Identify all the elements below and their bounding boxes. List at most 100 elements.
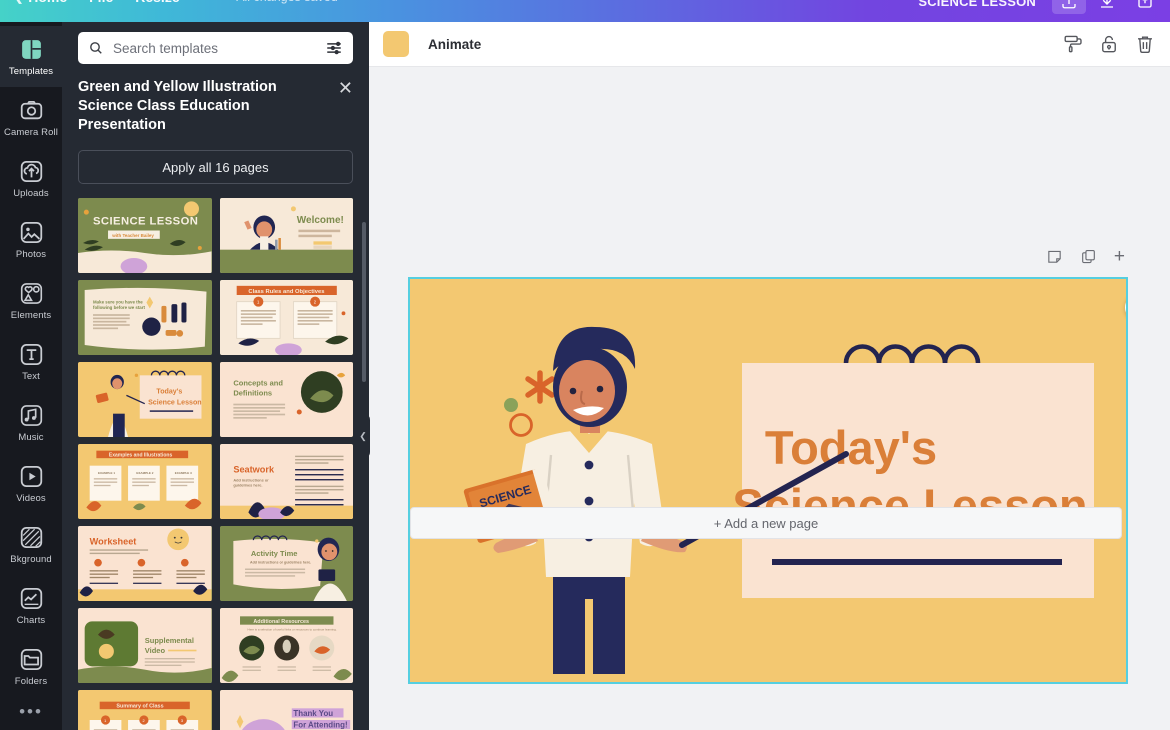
svg-text:following before we start: following before we start xyxy=(93,305,145,310)
svg-text:Today's: Today's xyxy=(765,421,937,474)
undo-button[interactable]: ↷ xyxy=(202,0,215,6)
svg-text:Activity Time: Activity Time xyxy=(250,549,297,558)
svg-text:Supplemental: Supplemental xyxy=(145,636,194,645)
top-bar-right-group: SCIENCE LESSON xyxy=(918,0,1162,14)
chart-icon xyxy=(18,586,44,612)
svg-text:Summary of Class: Summary of Class xyxy=(116,704,163,710)
left-tool-rail: Templates Camera Roll Uploads Photos Ele xyxy=(0,22,62,730)
sidebar-item-folders[interactable]: Folders xyxy=(0,636,62,697)
add-page-icon[interactable]: + xyxy=(1114,247,1125,266)
file-menu-button[interactable]: File xyxy=(89,0,113,5)
resize-button[interactable]: Resize xyxy=(135,0,179,5)
chevron-left-icon: ❮ xyxy=(14,0,23,4)
lock-icon xyxy=(1102,35,1116,53)
svg-text:Concepts and: Concepts and xyxy=(233,378,283,387)
save-status: All changes saved xyxy=(236,0,337,4)
animate-button[interactable]: Animate xyxy=(428,37,481,52)
template-thumb-class-rules[interactable]: Class Rules and Objectives 1 2 xyxy=(219,280,353,356)
svg-text:EXAMPLE 1: EXAMPLE 1 xyxy=(98,471,115,475)
collapse-panel-handle[interactable]: ❮ xyxy=(356,413,370,459)
apply-all-pages-label: Apply all 16 pages xyxy=(162,159,269,175)
apply-all-pages-button[interactable]: Apply all 16 pages xyxy=(78,150,353,184)
page-controls: + xyxy=(1046,247,1125,266)
filter-sliders-icon[interactable] xyxy=(325,39,343,57)
svg-text:guidelines here.: guidelines here. xyxy=(233,484,262,488)
svg-text:Seatwork: Seatwork xyxy=(233,464,275,474)
template-thumb-welcome[interactable]: Welcome! xyxy=(219,198,353,274)
template-thumb-supplemental-video[interactable]: Supplemental Video xyxy=(78,608,212,684)
template-thumb-science-lesson-cover[interactable]: SCIENCE LESSON with Teacher Bailey xyxy=(78,198,212,274)
svg-text:Make sure you have the: Make sure you have the xyxy=(93,299,143,304)
sidebar-item-text[interactable]: Text xyxy=(0,331,62,392)
resize-label: Resize xyxy=(135,0,179,5)
template-thumb-worksheet[interactable]: Worksheet xyxy=(78,526,212,602)
paint-roller-icon xyxy=(1064,35,1082,53)
sidebar-label-text: Text xyxy=(22,370,40,382)
sidebar-item-templates[interactable]: Templates xyxy=(0,26,62,87)
lock-button[interactable] xyxy=(1098,33,1120,55)
share-icon xyxy=(1062,0,1076,9)
sidebar-label-elements: Elements xyxy=(10,309,52,321)
publish-icon xyxy=(1138,0,1152,8)
delete-button[interactable] xyxy=(1134,33,1156,55)
sidebar-label-folders: Folders xyxy=(14,675,48,687)
sidebar-item-uploads[interactable]: Uploads xyxy=(0,148,62,209)
template-thumb-activity-time[interactable]: Activity Time Add instructions or guidel… xyxy=(219,526,353,602)
share-button[interactable] xyxy=(1052,0,1086,14)
video-play-icon xyxy=(18,464,44,490)
document-title[interactable]: SCIENCE LESSON xyxy=(918,0,1036,9)
paint-roller-button[interactable] xyxy=(1062,33,1084,55)
camera-icon xyxy=(18,98,44,124)
svg-text:1: 1 xyxy=(104,719,106,723)
text-icon xyxy=(18,342,44,368)
template-thumb-thank-you[interactable]: Thank You For Attending! xyxy=(219,690,353,730)
template-thumb-additional-resources[interactable]: Additional Resources Here is a selection… xyxy=(219,608,353,684)
sidebar-item-music[interactable]: Music xyxy=(0,392,62,453)
slide-canvas[interactable]: Today's Science Lesson SCIENCE xyxy=(408,277,1128,684)
publish-button[interactable] xyxy=(1128,0,1162,14)
template-thumb-seatwork[interactable]: Seatwork Add instructions or guidelines … xyxy=(219,444,353,520)
sidebar-label-camera-roll: Camera Roll xyxy=(4,126,58,138)
svg-text:EXAMPLE 3: EXAMPLE 3 xyxy=(175,471,192,475)
download-button[interactable] xyxy=(1090,0,1124,14)
template-thumb-materials[interactable]: Make sure you have the following before … xyxy=(78,280,212,356)
svg-text:Add instructions or: Add instructions or xyxy=(233,479,269,483)
photo-icon xyxy=(18,220,44,246)
home-button[interactable]: ❮ Home xyxy=(14,0,67,5)
elements-icon xyxy=(18,281,44,307)
sidebar-item-videos[interactable]: Videos xyxy=(0,453,62,514)
search-box[interactable] xyxy=(78,32,353,64)
canva-editor-window: ❮ Home File Resize ↷ All changes saved S… xyxy=(0,0,1170,730)
template-thumb-examples-illustrations[interactable]: Examples and Illustrations EXAMPLE 1 EXAM… xyxy=(78,444,212,520)
background-color-swatch[interactable] xyxy=(383,31,409,57)
sidebar-item-photos[interactable]: Photos xyxy=(0,209,62,270)
close-icon[interactable]: ✕ xyxy=(338,78,353,97)
template-thumb-summary-of-class[interactable]: Summary of Class 1 2 3 xyxy=(78,690,212,730)
template-thumb-concepts-definitions[interactable]: Concepts and Definitions xyxy=(219,362,353,438)
duplicate-page-icon[interactable] xyxy=(1080,248,1097,265)
add-new-page-button[interactable]: + Add a new page xyxy=(410,507,1122,539)
sidebar-item-elements[interactable]: Elements xyxy=(0,270,62,331)
search-input[interactable] xyxy=(113,40,316,56)
sidebar-label-music: Music xyxy=(18,431,44,443)
panel-scrollbar[interactable] xyxy=(362,222,366,382)
background-icon xyxy=(18,525,44,551)
slide-toolbar: Animate xyxy=(369,22,1170,67)
home-label: Home xyxy=(28,0,67,5)
slide-artwork: Today's Science Lesson SCIENCE xyxy=(410,279,1126,682)
sidebar-label-charts: Charts xyxy=(16,614,46,626)
trash-icon xyxy=(1138,36,1152,54)
sidebar-more-button[interactable]: ••• xyxy=(19,703,43,720)
sidebar-item-charts[interactable]: Charts xyxy=(0,575,62,636)
sidebar-item-camera-roll[interactable]: Camera Roll xyxy=(0,87,62,148)
svg-text:Video: Video xyxy=(145,646,166,655)
undo-icon: ↷ xyxy=(202,0,215,6)
svg-text:Add instructions or guidelines: Add instructions or guidelines here. xyxy=(250,561,311,565)
music-icon xyxy=(18,403,44,429)
editor-main-area: Animate + Today's Science Lesson SCIENCE… xyxy=(369,22,1170,730)
svg-text:Today's: Today's xyxy=(156,388,182,396)
svg-text:For Attending!: For Attending! xyxy=(293,721,347,730)
template-thumb-todays-science-lesson[interactable]: Today's Science Lesson xyxy=(78,362,212,438)
sidebar-item-background[interactable]: Bkground xyxy=(0,514,62,575)
notes-icon[interactable] xyxy=(1046,248,1063,265)
